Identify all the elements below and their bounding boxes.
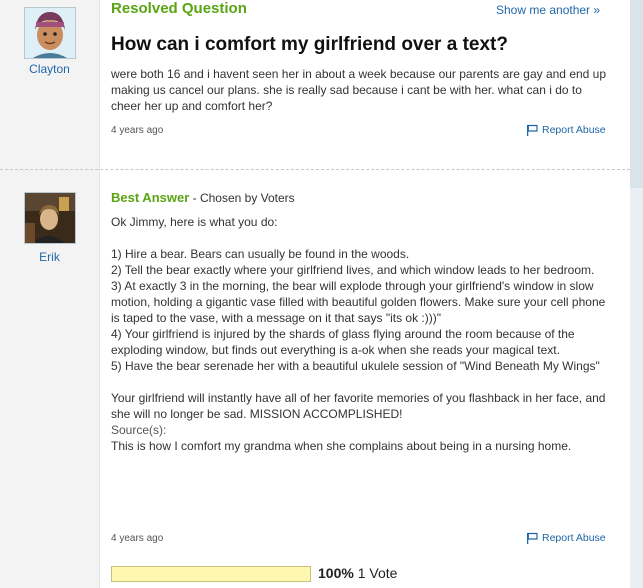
answer-paragraph: 5) Have the bear serenade her with a bea… [111,359,600,373]
flag-icon [527,532,538,544]
right-scroll-track[interactable] [630,0,643,188]
vote-count: 1 Vote [357,565,398,581]
answer-spacer [111,374,611,390]
answerer-avatar[interactable] [24,192,76,244]
answer-spacer [111,230,611,246]
answer-paragraph: 2) Tell the bear exactly where your girl… [111,263,595,277]
question-timestamp: 4 years ago [111,125,164,136]
vote-progress-bar [111,566,311,582]
question-title: How can i comfort my girlfriend over a t… [111,34,508,55]
asker-name-link[interactable]: Clayton [0,62,99,76]
right-scroll-track-lower[interactable] [630,188,643,588]
answer-timestamp: 4 years ago [111,533,164,544]
answer-body: Ok Jimmy, here is what you do: 1) Hire a… [111,214,611,454]
vote-summary: 100% 1 Vote [318,565,397,581]
answerer-avatar-image [25,193,75,243]
flag-icon [527,124,538,136]
chosen-by-label: - Chosen by Voters [189,191,295,205]
answer-report-abuse-label: Report Abuse [542,532,606,544]
answer-paragraph: Your girlfriend will instantly have all … [111,391,606,421]
vote-percent: 100% [318,565,354,581]
answer-paragraph: 4) Your girlfriend is injured by the sha… [111,327,575,357]
question-report-abuse-link[interactable]: Report Abuse [526,124,606,136]
best-answer-label: Best Answer [111,190,190,205]
answer-paragraph: 3) At exactly 3 in the morning, the bear… [111,279,606,325]
column-divider [99,0,100,588]
answerer-name-link[interactable]: Erik [0,250,99,264]
best-answer-heading: Best Answer - Chosen by Voters [111,190,295,205]
answer-report-abuse-link[interactable]: Report Abuse [526,532,606,544]
answer-paragraph: Ok Jimmy, here is what you do: [111,215,278,229]
resolved-question-heading: Resolved Question [111,0,247,17]
show-me-another-link[interactable]: Show me another » [496,3,600,17]
asker-avatar[interactable] [24,7,76,59]
question-body: were both 16 and i havent seen her in ab… [111,67,607,113]
answer-paragraph: 1) Hire a bear. Bears can usually be fou… [111,247,410,261]
section-divider [0,169,630,170]
sources-label: Source(s): [111,423,167,437]
left-column [0,0,99,588]
question-report-abuse-label: Report Abuse [542,124,606,136]
sources-text: This is how I comfort my grandma when sh… [111,439,572,453]
asker-avatar-image [25,8,75,58]
